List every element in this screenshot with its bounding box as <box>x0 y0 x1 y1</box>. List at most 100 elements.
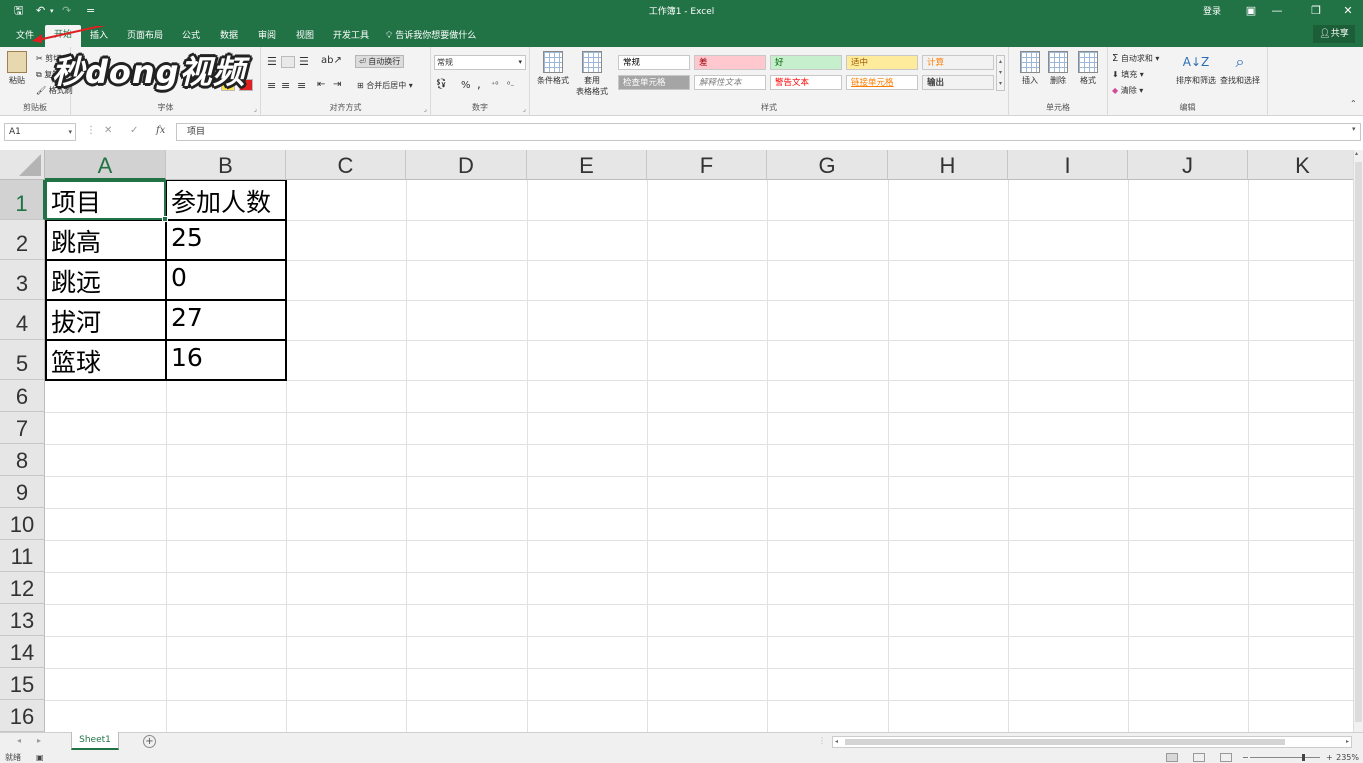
format-cells-button[interactable]: 格式 <box>1075 51 1101 86</box>
find-select-button[interactable]: ⌕ 查找和选择 <box>1218 51 1262 86</box>
row-header[interactable]: 8 <box>0 444 45 476</box>
column-header[interactable]: A <box>45 150 166 180</box>
cell-B5[interactable]: 16 <box>167 343 203 372</box>
zoom-slider-knob[interactable] <box>1302 754 1305 761</box>
zoom-in-icon[interactable]: + <box>1326 752 1333 763</box>
cell-style-neutral[interactable]: 适中 <box>846 55 918 70</box>
zoom-level[interactable]: 235% <box>1336 752 1359 763</box>
cell-B3[interactable]: 0 <box>167 263 187 292</box>
column-header[interactable]: J <box>1128 150 1248 180</box>
row-header[interactable]: 12 <box>0 572 45 604</box>
split-handle-icon[interactable]: ⋮ <box>818 736 826 745</box>
cell-style-output[interactable]: 输出 <box>922 75 994 90</box>
delete-cells-button[interactable]: 删除 <box>1045 51 1071 86</box>
cell-style-bad[interactable]: 差 <box>694 55 766 70</box>
share-button[interactable]: 👤︎共享 <box>1313 25 1355 43</box>
cell-B2[interactable]: 25 <box>167 223 203 252</box>
name-box[interactable]: A1 ▾ <box>4 123 76 141</box>
row-header[interactable]: 9 <box>0 476 45 508</box>
tab-review[interactable]: 审阅 <box>258 28 276 44</box>
align-left-icon[interactable]: ≡ <box>267 79 276 92</box>
column-header[interactable]: K <box>1248 150 1358 180</box>
conditional-formatting-button[interactable]: 条件格式 <box>534 51 572 86</box>
row-header[interactable]: 6 <box>0 380 45 412</box>
cell-style-normal[interactable]: 常规 <box>618 55 690 70</box>
row-header[interactable]: 1 <box>0 180 45 220</box>
enter-icon[interactable]: ✓ <box>130 125 138 136</box>
row-header[interactable]: 11 <box>0 540 45 572</box>
horizontal-scroll-thumb[interactable] <box>845 739 1285 745</box>
sheet-tab-sheet1[interactable]: Sheet1 <box>71 732 119 750</box>
expand-formula-bar-icon[interactable]: ▾ <box>1352 125 1356 133</box>
row-header[interactable]: 16 <box>0 700 45 732</box>
row-header[interactable]: 4 <box>0 300 45 340</box>
clear-button[interactable]: ◆ 清除 ▾ <box>1112 85 1143 96</box>
cell-style-good[interactable]: 好 <box>770 55 842 70</box>
minimize-button[interactable]: — <box>1264 2 1290 20</box>
zoom-slider[interactable] <box>1250 754 1320 761</box>
column-header[interactable]: G <box>767 150 888 180</box>
align-middle-icon[interactable] <box>281 56 295 68</box>
scroll-right-icon[interactable]: ▸ <box>1346 737 1349 747</box>
cancel-icon[interactable]: ✕ <box>104 125 112 136</box>
vertical-scroll-thumb[interactable] <box>1355 162 1362 722</box>
row-header[interactable]: 5 <box>0 340 45 380</box>
horizontal-scrollbar[interactable]: ◂ ▸ <box>832 736 1352 748</box>
cell-A2[interactable]: 跳高 <box>47 223 101 259</box>
insert-cells-button[interactable]: 插入 <box>1017 51 1043 86</box>
align-center-icon[interactable]: ≡ <box>281 79 290 92</box>
wrap-text-button[interactable]: ⏎ 自动换行 <box>355 55 405 68</box>
row-header[interactable]: 13 <box>0 604 45 636</box>
ribbon-display-options-button[interactable]: ▣ <box>1238 2 1264 20</box>
cell-style-explanatory[interactable]: 解释性文本 <box>694 75 766 90</box>
cell-style-calculation[interactable]: 计算 <box>922 55 994 70</box>
row-header[interactable]: 2 <box>0 220 45 260</box>
zoom-out-icon[interactable]: − <box>1242 752 1249 763</box>
fill-handle[interactable] <box>162 216 168 222</box>
select-all-corner[interactable] <box>0 150 45 180</box>
tell-me-search[interactable]: 💡︎ 告诉我你想要做什么 <box>386 28 476 44</box>
worksheet-grid[interactable]: A B C D E F G H I J K 1 2 3 4 5 6 7 8 9 … <box>0 150 1363 732</box>
column-header[interactable]: C <box>286 150 406 180</box>
tab-page-layout[interactable]: 页面布局 <box>127 28 163 44</box>
close-button[interactable]: ✕ <box>1335 2 1361 20</box>
next-sheet-icon[interactable]: ▸ <box>37 736 41 745</box>
column-header[interactable]: D <box>406 150 527 180</box>
row-header[interactable]: 3 <box>0 260 45 300</box>
tab-data[interactable]: 数据 <box>220 28 238 44</box>
increase-indent-icon[interactable]: ⇥ <box>333 79 341 90</box>
macro-record-icon[interactable]: ▣ <box>36 752 44 763</box>
cell-A5[interactable]: 篮球 <box>47 343 101 379</box>
scroll-left-icon[interactable]: ◂ <box>835 737 838 747</box>
page-layout-view-icon[interactable] <box>1193 753 1205 762</box>
orientation-icon[interactable]: ab↗︎ <box>321 55 342 66</box>
add-sheet-button[interactable]: + <box>143 735 156 748</box>
collapse-ribbon-icon[interactable]: ⌃ <box>1350 99 1357 108</box>
row-header[interactable]: 10 <box>0 508 45 540</box>
tab-formulas[interactable]: 公式 <box>182 28 200 44</box>
row-header[interactable]: 15 <box>0 668 45 700</box>
scroll-up-icon[interactable]: ▴ <box>1355 150 1358 157</box>
cell-B1[interactable]: 参加人数 <box>167 183 271 219</box>
font-launcher-icon[interactable]: ⌟ <box>254 105 257 113</box>
percent-button[interactable]: % <box>461 80 471 91</box>
align-right-icon[interactable]: ≡ <box>297 79 306 92</box>
cell-style-check-cell[interactable]: 检查单元格 <box>618 75 690 90</box>
normal-view-icon[interactable] <box>1166 753 1178 762</box>
autosum-button[interactable]: Σ 自动求和 ▾ <box>1112 53 1159 64</box>
page-break-view-icon[interactable] <box>1220 753 1232 762</box>
comma-button[interactable]: , <box>477 77 481 91</box>
column-header[interactable]: H <box>888 150 1008 180</box>
row-header[interactable]: 14 <box>0 636 45 668</box>
column-header[interactable]: E <box>527 150 647 180</box>
alignment-launcher-icon[interactable]: ⌟ <box>424 105 427 113</box>
prev-sheet-icon[interactable]: ◂ <box>17 736 21 745</box>
cell-B4[interactable]: 27 <box>167 303 203 332</box>
formula-input[interactable]: 项目 <box>176 123 1361 141</box>
sort-filter-button[interactable]: A↓Z 排序和筛选 <box>1174 51 1218 86</box>
row-header[interactable]: 7 <box>0 412 45 444</box>
merge-center-button[interactable]: ⊞ 合并后居中 ▾ <box>357 80 413 91</box>
number-format-select[interactable]: 常规 ▾ <box>434 55 526 70</box>
align-bottom-icon[interactable]: ☰ <box>299 55 309 68</box>
currency-icon[interactable]: 💱︎ <box>435 79 448 90</box>
